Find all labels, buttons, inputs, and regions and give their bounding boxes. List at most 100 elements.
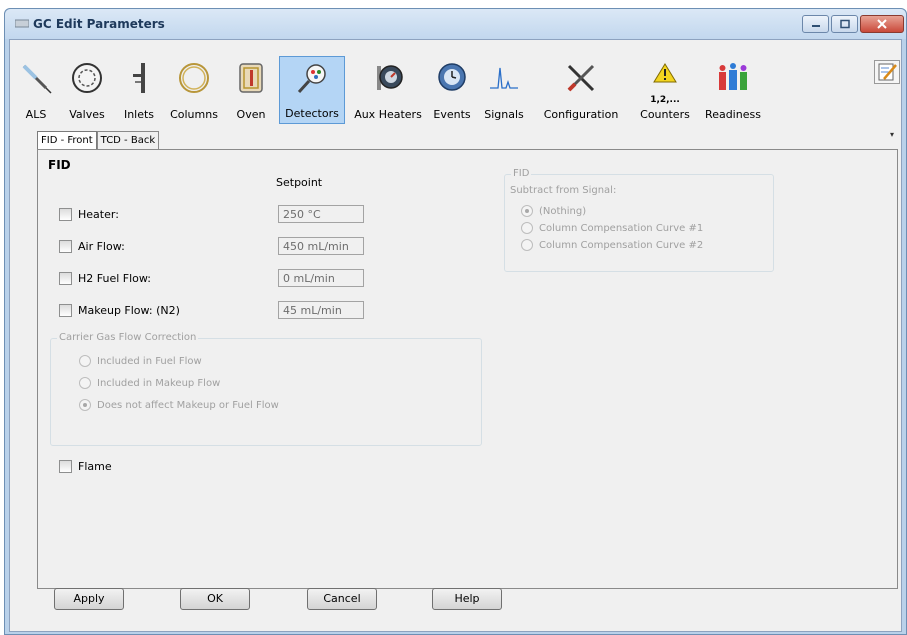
heater-checkbox[interactable]	[59, 208, 72, 221]
category-toolbar: ALS Valves Inlets Columns Oven Detectors…	[16, 56, 900, 139]
toolbar-label: Configuration	[543, 108, 619, 121]
makeup-flow-label: Makeup Flow: (N2)	[78, 304, 180, 317]
radio-label: Column Compensation Curve #1	[539, 222, 704, 234]
app-icon	[15, 19, 29, 28]
maximize-button[interactable]	[831, 15, 858, 33]
toolbar-label: ALS	[25, 108, 47, 121]
heater-setpoint-field[interactable]: 250 °C	[278, 205, 364, 223]
gauge-icon	[377, 65, 403, 90]
toolbar-label: Valves	[69, 108, 105, 121]
h2-fuel-flow-setpoint-field[interactable]: 0 mL/min	[278, 269, 364, 287]
toolbar-overflow-icon[interactable]: ▾	[890, 130, 894, 139]
air-flow-row: Air Flow:	[59, 240, 125, 253]
toolbar-label: Aux Heaters	[354, 108, 422, 121]
counter-sublabel: 1,2,...	[650, 95, 680, 105]
radio-label: (Nothing)	[539, 205, 587, 217]
air-flow-setpoint-field[interactable]: 450 mL/min	[278, 237, 364, 255]
heater-row: Heater:	[59, 208, 119, 221]
makeup-flow-checkbox[interactable]	[59, 304, 72, 317]
tab-label: TCD - Back	[100, 135, 156, 146]
makeup-flow-setpoint-field[interactable]: 45 mL/min	[278, 301, 364, 319]
title-bar: GC Edit Parameters	[5, 9, 906, 39]
detector-tabs: FID - Front TCD - Back	[37, 131, 160, 150]
toolbar-configuration[interactable]: Configuration	[536, 56, 626, 124]
edit-notes-button[interactable]	[874, 60, 900, 84]
checklist-pencil-icon	[878, 63, 897, 81]
radio-label: Does not affect Makeup or Fuel Flow	[97, 399, 279, 411]
h2-fuel-flow-label: H2 Fuel Flow:	[78, 272, 151, 285]
radio-button[interactable]	[521, 205, 533, 217]
oven-icon	[239, 63, 263, 93]
flame-checkbox[interactable]	[59, 460, 72, 473]
radio-label: Included in Fuel Flow	[97, 355, 202, 367]
syringe-icon	[22, 64, 52, 94]
radio-button[interactable]	[79, 377, 91, 389]
makeup-flow-row: Makeup Flow: (N2)	[59, 304, 180, 317]
button-label: Help	[454, 592, 480, 605]
toolbar-valves[interactable]: Valves	[63, 56, 111, 124]
toolbar-columns[interactable]: Columns	[166, 56, 222, 124]
radio-label: Included in Makeup Flow	[97, 377, 221, 389]
toolbar-label: Columns	[170, 108, 218, 121]
radio-label: Column Compensation Curve #2	[539, 239, 704, 251]
fid-panel: FID Setpoint Heater: 250 °C Air Flow: 45…	[37, 149, 898, 589]
cancel-button[interactable]: Cancel	[307, 588, 377, 610]
toolbar-signals[interactable]: Signals	[479, 56, 529, 124]
tab-label: FID - Front	[41, 135, 93, 146]
toolbar-aux-heaters[interactable]: Aux Heaters	[354, 56, 422, 124]
toolbar-oven[interactable]: Oven	[228, 56, 274, 124]
minimize-button[interactable]	[802, 15, 829, 33]
toolbar-label: Events	[433, 108, 471, 121]
panel-title: FID	[48, 158, 71, 172]
radio-ccc1[interactable]: Column Compensation Curve #1	[521, 222, 703, 234]
help-button[interactable]: Help	[432, 588, 502, 610]
group-title: FID	[511, 168, 532, 179]
carrier-gas-flow-group: Carrier Gas Flow Correction Included in …	[50, 332, 482, 446]
flame-label: Flame	[78, 460, 112, 473]
toolbar-events[interactable]: Events	[429, 56, 475, 124]
h2-fuel-flow-checkbox[interactable]	[59, 272, 72, 285]
heater-label: Heater:	[78, 208, 119, 221]
toolbar-readiness[interactable]: Readiness	[702, 56, 764, 124]
toolbar-label: Detectors	[285, 107, 339, 120]
ok-button[interactable]: OK	[180, 588, 250, 610]
toolbar-label: Signals	[484, 108, 524, 121]
toolbar-counters[interactable]: 1,2,... Counters	[634, 56, 696, 124]
toolbar-label: Readiness	[705, 108, 761, 121]
button-label: Apply	[73, 592, 105, 605]
tab-fid-front[interactable]: FID - Front	[37, 131, 97, 150]
inlet-icon	[133, 63, 145, 93]
radio-ccc2[interactable]: Column Compensation Curve #2	[521, 239, 703, 251]
toolbar-label: Counters	[640, 108, 690, 121]
radio-does-not-affect[interactable]: Does not affect Makeup or Fuel Flow	[79, 399, 279, 411]
group-title: Carrier Gas Flow Correction	[57, 332, 199, 343]
toolbar-detectors[interactable]: Detectors	[279, 56, 345, 124]
tab-tcd-back[interactable]: TCD - Back	[96, 131, 160, 149]
radio-button[interactable]	[521, 222, 533, 234]
close-button[interactable]	[860, 15, 904, 33]
air-flow-checkbox[interactable]	[59, 240, 72, 253]
radio-button[interactable]	[79, 355, 91, 367]
dialog-body: ALS Valves Inlets Columns Oven Detectors…	[9, 39, 902, 632]
gc-edit-parameters-window: GC Edit Parameters ALS Valves Inlets Col…	[4, 8, 907, 635]
warning-counter-icon	[653, 63, 677, 83]
radio-included-fuel-flow[interactable]: Included in Fuel Flow	[79, 355, 202, 367]
column-coil-icon	[179, 63, 209, 93]
valve-icon	[72, 63, 102, 93]
radio-button[interactable]	[521, 239, 533, 251]
toolbar-als[interactable]: ALS	[16, 56, 56, 124]
radio-nothing[interactable]: (Nothing)	[521, 205, 586, 217]
apply-button[interactable]: Apply	[54, 588, 124, 610]
toolbar-label: Inlets	[123, 108, 155, 121]
toolbar-label: Oven	[236, 108, 266, 121]
air-flow-label: Air Flow:	[78, 240, 125, 253]
radio-included-makeup-flow[interactable]: Included in Makeup Flow	[79, 377, 220, 389]
flame-row: Flame	[59, 460, 112, 473]
tools-icon	[567, 64, 595, 92]
fid-subtract-group: FID Subtract from Signal: (Nothing) Colu…	[504, 168, 774, 272]
radio-button[interactable]	[79, 399, 91, 411]
toolbar-inlets[interactable]: Inlets	[118, 56, 160, 124]
button-label: Cancel	[323, 592, 361, 605]
detector-icon	[297, 64, 326, 94]
signal-peak-icon	[490, 67, 518, 89]
